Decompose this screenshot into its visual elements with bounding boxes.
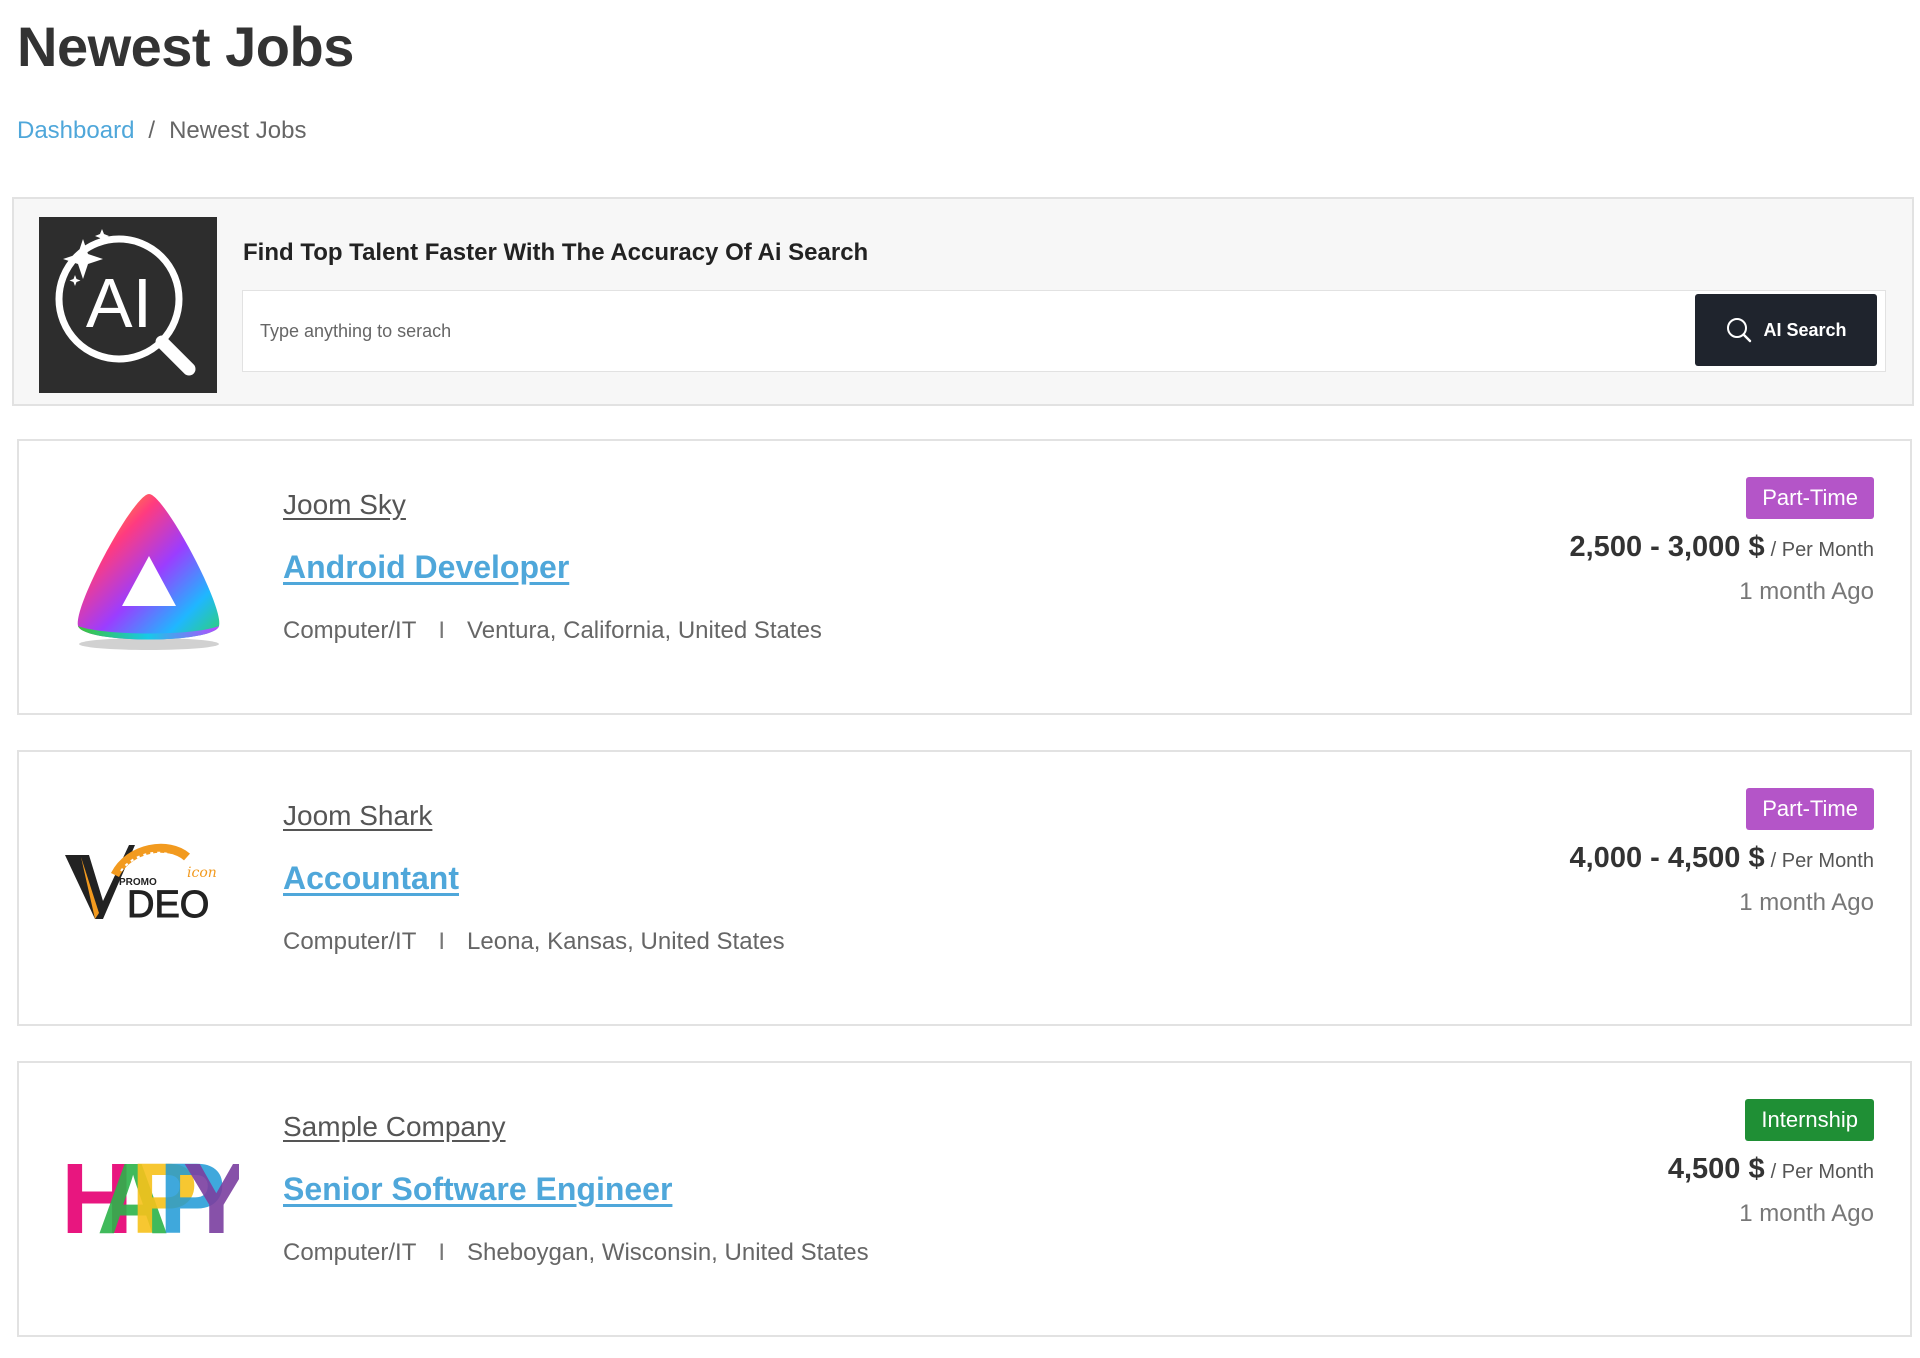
ai-search-panel: AI Find Top Talent Faster With The Accur… xyxy=(12,197,1914,406)
ai-search-button[interactable]: AI Search xyxy=(1695,294,1877,366)
happy-logo: H A P P Y xyxy=(49,1093,249,1293)
company-name-link[interactable]: Joom Sky xyxy=(283,489,406,521)
salary-period: / Per Month xyxy=(1770,539,1874,561)
meta-separator: I xyxy=(438,617,446,644)
salary-amount: 4,500 $ xyxy=(1667,1153,1765,1185)
job-title-link[interactable]: Senior Software Engineer xyxy=(283,1171,672,1208)
meta-separator: I xyxy=(438,1239,446,1266)
job-type-badge: Part-Time xyxy=(1746,788,1874,830)
meta-separator: I xyxy=(438,928,446,955)
salary: 4,000 - 4,500 $ / Per Month xyxy=(1570,842,1875,875)
job-location: Leona, Kansas, United States xyxy=(467,928,785,955)
salary: 2,500 - 3,000 $ / Per Month xyxy=(1570,531,1875,564)
salary-amount: 4,000 - 4,500 $ xyxy=(1569,842,1765,874)
job-category: Computer/IT xyxy=(283,928,417,955)
job-card: PROMO icon DEO Joom Shark Accountant Com… xyxy=(17,750,1912,1026)
job-title-link[interactable]: Accountant xyxy=(283,860,459,897)
breadcrumb-separator: / xyxy=(148,117,156,144)
job-type-badge: Internship xyxy=(1745,1099,1874,1141)
page-title: Newest Jobs xyxy=(17,15,354,78)
job-location: Ventura, California, United States xyxy=(467,617,822,644)
job-type-badge: Part-Time xyxy=(1746,477,1874,519)
breadcrumb-dashboard-link[interactable]: Dashboard xyxy=(17,117,134,145)
job-meta: Computer/IT I Leona, Kansas, United Stat… xyxy=(283,928,785,956)
job-category: Computer/IT xyxy=(283,1239,417,1266)
job-meta: Computer/IT I Sheboygan, Wisconsin, Unit… xyxy=(283,1239,869,1267)
ai-search-button-label: AI Search xyxy=(1763,319,1847,340)
company-name-link[interactable]: Joom Shark xyxy=(283,800,432,832)
posted-time: 1 month Ago xyxy=(1739,1200,1874,1227)
job-title-link[interactable]: Android Developer xyxy=(283,549,569,586)
ai-search-heading: Find Top Talent Faster With The Accuracy… xyxy=(243,239,869,266)
salary-amount: 2,500 - 3,000 $ xyxy=(1569,531,1765,563)
happy-letter-y: Y xyxy=(183,1143,239,1243)
job-card: H A P P Y Sample Company Senior Software… xyxy=(17,1061,1912,1337)
salary-period: / Per Month xyxy=(1770,1161,1874,1183)
video-promo-logo: PROMO icon DEO xyxy=(49,782,249,982)
posted-time: 1 month Ago xyxy=(1739,889,1874,916)
ai-search-input[interactable] xyxy=(243,291,1693,371)
job-location: Sheboygan, Wisconsin, United States xyxy=(467,1239,869,1266)
breadcrumb: Dashboard / Newest Jobs xyxy=(17,117,306,145)
job-meta: Computer/IT I Ventura, California, Unite… xyxy=(283,617,822,645)
ai-search-logo-icon: AI xyxy=(39,217,217,393)
salary-period: / Per Month xyxy=(1770,850,1874,872)
salary: 4,500 $ / Per Month xyxy=(1668,1153,1874,1186)
job-category: Computer/IT xyxy=(283,617,417,644)
search-icon xyxy=(1725,316,1753,344)
ai-logo-text: AI xyxy=(86,264,152,342)
posted-time: 1 month Ago xyxy=(1739,578,1874,605)
video-logo-script-text: icon xyxy=(187,865,217,881)
ai-search-bar: AI Search xyxy=(242,290,1886,372)
company-name-link[interactable]: Sample Company xyxy=(283,1111,506,1143)
rainbow-triangle-icon xyxy=(49,471,249,671)
breadcrumb-current: Newest Jobs xyxy=(169,117,307,144)
job-card: Joom Sky Android Developer Computer/IT I… xyxy=(17,439,1912,715)
video-logo-word: DEO xyxy=(127,884,209,926)
